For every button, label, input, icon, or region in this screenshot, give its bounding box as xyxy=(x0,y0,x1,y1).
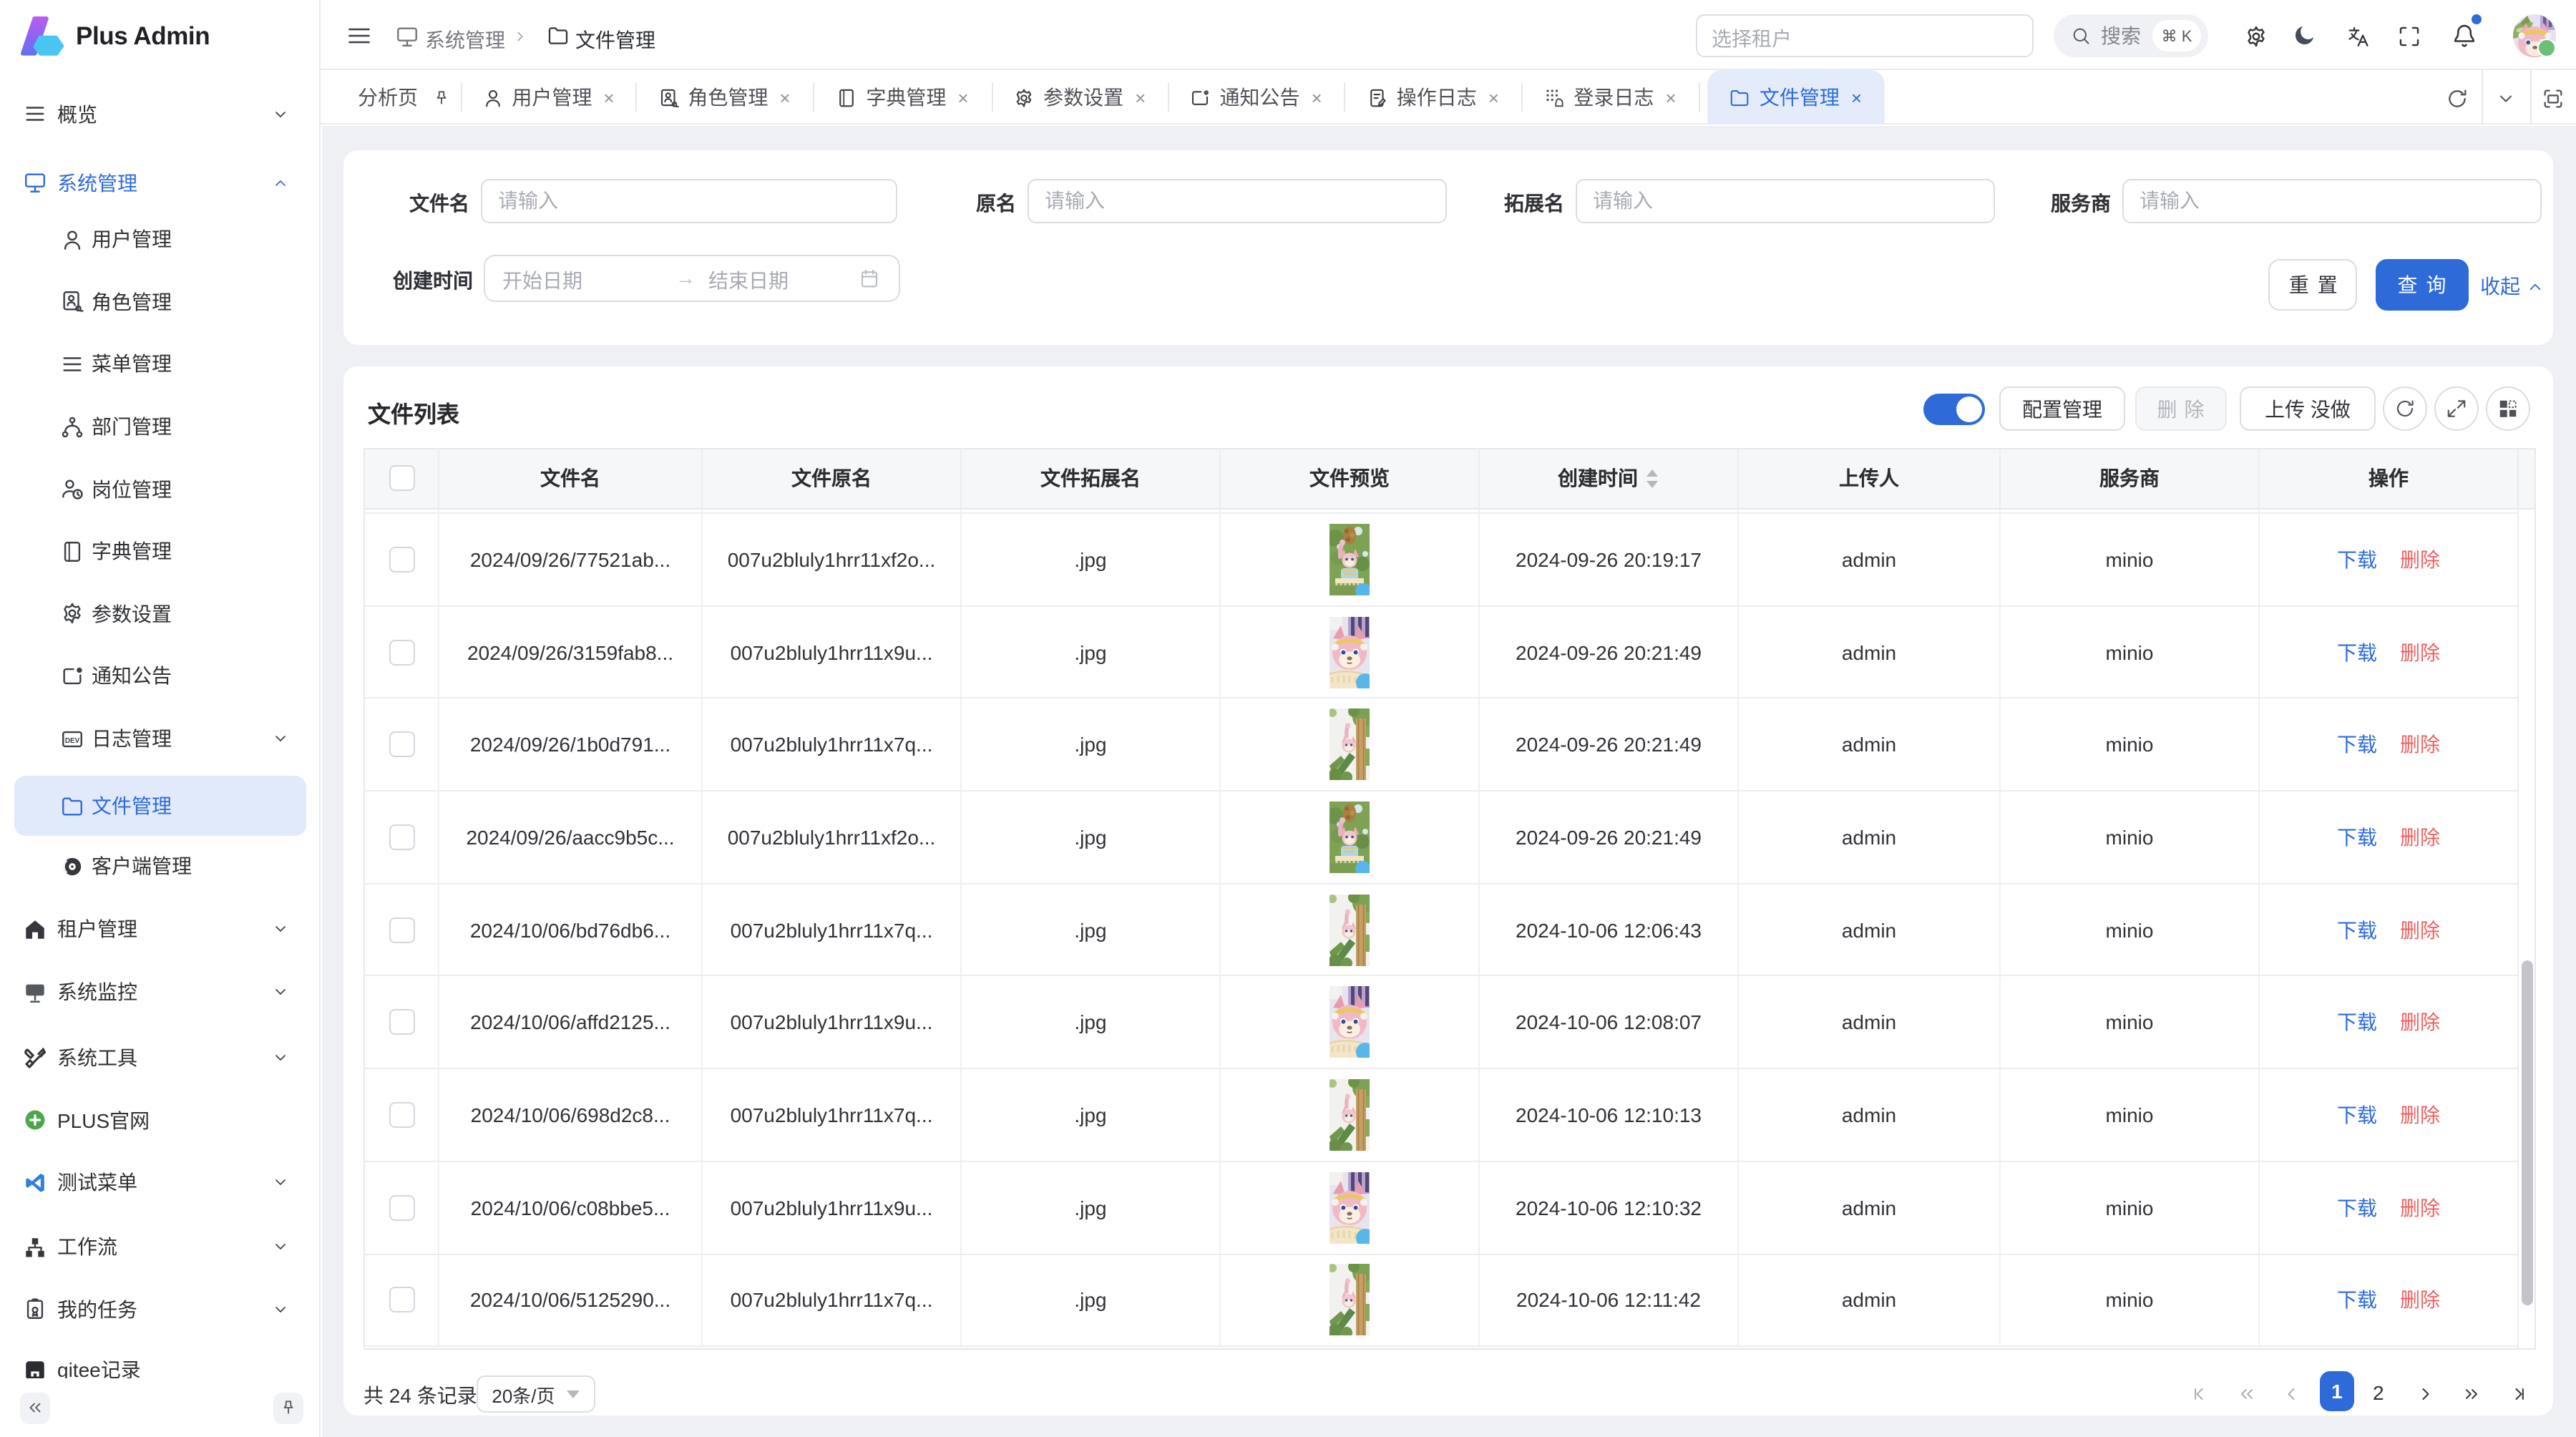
svg-text:DEV: DEV xyxy=(65,736,80,744)
